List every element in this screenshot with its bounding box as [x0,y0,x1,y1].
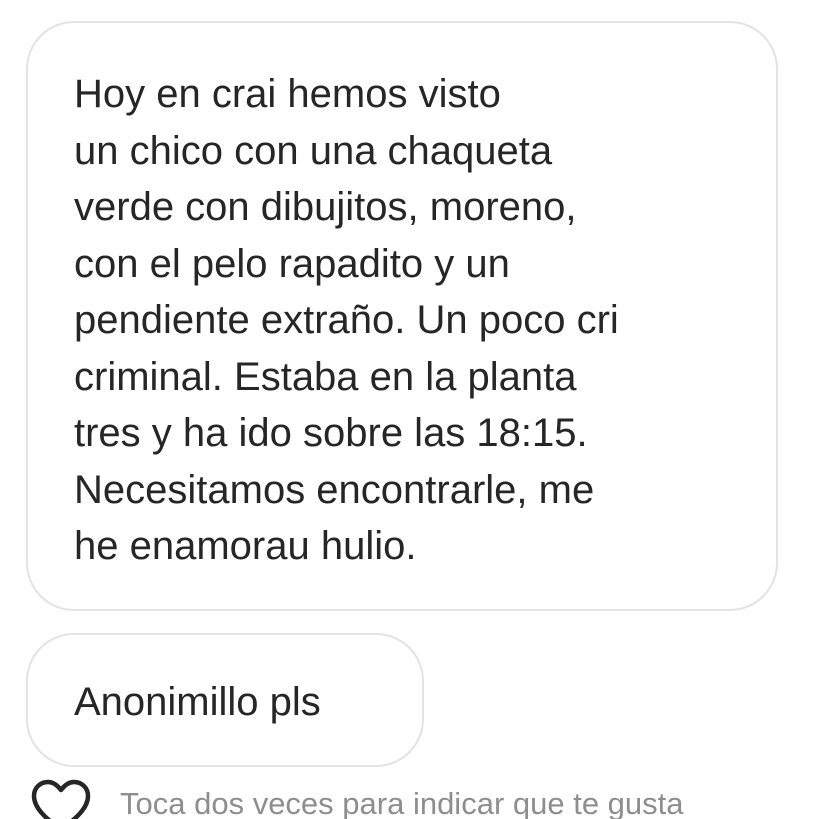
message-text: Anonimillo pls [74,680,321,724]
message-bubble[interactable]: Hoy en crai hemos visto un chico con una… [26,21,778,611]
message-bubble[interactable]: Anonimillo pls [26,633,424,767]
like-hint-bar: Toca dos veces para indicar que te gusta [0,772,819,819]
like-hint-text: Toca dos veces para indicar que te gusta [120,786,684,819]
heart-outline-icon[interactable] [30,778,92,819]
message-text: Hoy en crai hemos visto un chico con una… [74,72,619,568]
